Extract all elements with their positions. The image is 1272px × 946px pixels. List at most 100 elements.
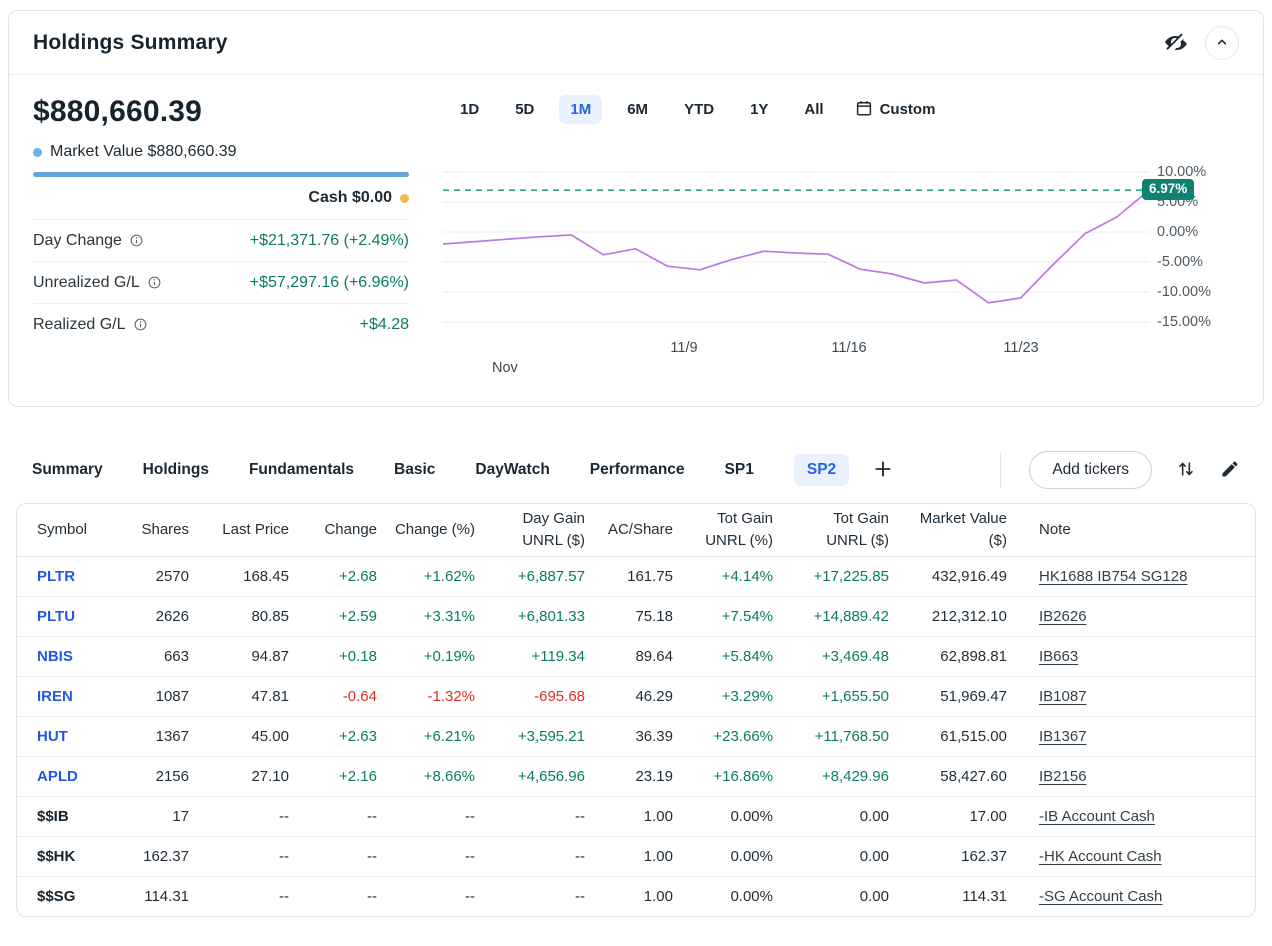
table-header-cell[interactable]: Day Gain UNRL ($): [487, 504, 597, 557]
note-link[interactable]: IB2156: [1039, 768, 1087, 785]
cell-ac-share: 1.00: [643, 887, 673, 905]
table-header-cell[interactable]: Change (%): [389, 504, 487, 557]
hide-values-button[interactable]: [1163, 30, 1187, 57]
cell-ac-share: 23.19: [597, 756, 685, 797]
cell-tot-gain: +11,768.50: [785, 716, 901, 757]
cell-change-pct: +3.31%: [389, 596, 487, 637]
table-header-cell[interactable]: Market Value ($): [901, 504, 1019, 557]
note-link[interactable]: -SG Account Cash: [1039, 888, 1162, 905]
cell-change-pct: --: [389, 796, 487, 837]
symbol-link[interactable]: HUT: [37, 728, 68, 745]
table-header-cell[interactable]: Tot Gain UNRL (%): [685, 504, 785, 557]
add-view-button[interactable]: [873, 459, 893, 482]
cell-day-gain: +4,656.96: [487, 756, 597, 797]
cell-tot-gain-pct: +16.86%: [685, 756, 785, 797]
table-header-cell[interactable]: Change: [301, 504, 389, 557]
table-row[interactable]: IREN 1087 47.81 -0.64 -1.32% -695.68 46.…: [17, 676, 1255, 717]
cell-symbol: $$IB: [17, 796, 129, 837]
cell-note: IB2156: [1019, 756, 1255, 797]
table-header-cell[interactable]: Note: [1019, 504, 1255, 557]
cell-last-price: --: [201, 836, 301, 877]
cell-note: -IB Account Cash: [1019, 796, 1255, 837]
info-icon[interactable]: [133, 317, 148, 332]
range-all[interactable]: All: [793, 95, 834, 124]
tab-performance[interactable]: Performance: [590, 454, 685, 486]
table-header-cell[interactable]: Tot Gain UNRL ($): [785, 504, 901, 557]
cell-symbol: PLTR: [17, 556, 129, 597]
symbol-link[interactable]: APLD: [37, 768, 78, 785]
cell-tot-gain: +17,225.85: [785, 556, 901, 597]
metric-label: Unrealized G/L: [33, 274, 162, 292]
info-icon[interactable]: [129, 233, 144, 248]
cell-tot-gain-pct: 0.00%: [685, 796, 785, 837]
tab-sp1[interactable]: SP1: [725, 454, 754, 486]
cell-change-pct: +0.19%: [389, 636, 487, 677]
range-1m[interactable]: 1M: [559, 95, 603, 124]
symbol-link[interactable]: PLTR: [37, 568, 75, 585]
table-row[interactable]: NBIS 663 94.87 +0.18 +0.19% +119.34 89.6…: [17, 636, 1255, 677]
cell-last-price: 94.87: [201, 636, 301, 677]
table-row[interactable]: $$HK 162.37 -- -- -- -- 1.00 0.00% 0.00 …: [17, 836, 1255, 877]
symbol-link[interactable]: PLTU: [37, 608, 75, 625]
table-header-cell[interactable]: Symbol: [17, 504, 129, 557]
note-link[interactable]: HK1688 IB754 SG128: [1039, 568, 1187, 585]
note-link[interactable]: -IB Account Cash: [1039, 808, 1155, 825]
symbol-link[interactable]: NBIS: [37, 648, 73, 665]
note-link[interactable]: IB1367: [1039, 728, 1087, 745]
cell-last-price: 80.85: [201, 596, 301, 637]
cash-value: Cash $0.00: [308, 189, 392, 206]
table-row[interactable]: HUT 1367 45.00 +2.63 +6.21% +3,595.21 36…: [17, 716, 1255, 757]
symbol-link[interactable]: IREN: [37, 688, 73, 705]
summary-panel: $880,660.39 Market Value $880,660.39 Cas…: [33, 95, 409, 382]
tab-basic[interactable]: Basic: [394, 454, 435, 486]
range-1y[interactable]: 1Y: [739, 95, 779, 124]
tab-sp2[interactable]: SP2: [793, 454, 850, 486]
table-header-cell[interactable]: Shares: [129, 504, 201, 557]
tab-fundamentals[interactable]: Fundamentals: [249, 454, 354, 486]
sort-button[interactable]: [1176, 459, 1196, 482]
note-link[interactable]: IB1087: [1039, 688, 1087, 705]
table-row[interactable]: $$SG 114.31 -- -- -- -- 1.00 0.00% 0.00 …: [17, 876, 1255, 916]
range-1d[interactable]: 1D: [449, 95, 490, 124]
note-link[interactable]: -HK Account Cash: [1039, 848, 1162, 865]
sort-arrows-icon: [1176, 459, 1196, 482]
cell-ac-share: 1.00: [597, 796, 685, 837]
tab-holdings[interactable]: Holdings: [143, 454, 209, 486]
cell-ac-share: 1.00: [597, 836, 685, 877]
total-value: $880,660.39: [33, 95, 203, 128]
cell-change: +2.68: [301, 556, 389, 597]
note-link[interactable]: IB663: [1039, 648, 1078, 665]
collapse-button[interactable]: [1205, 26, 1239, 60]
cell-change: --: [301, 796, 389, 837]
cell-market-value: 62,898.81: [901, 636, 1019, 677]
tab-daywatch[interactable]: DayWatch: [475, 454, 549, 486]
cell-symbol: IREN: [17, 676, 129, 717]
range-6m[interactable]: 6M: [616, 95, 659, 124]
cell-day-gain: --: [575, 887, 585, 905]
cell-change-pct: +8.66%: [389, 756, 487, 797]
y-tick-label: 10.00%: [1157, 164, 1207, 180]
info-icon[interactable]: [147, 275, 162, 290]
range-ytd[interactable]: YTD: [673, 95, 725, 124]
table-header-cell[interactable]: AC/Share: [597, 504, 685, 557]
custom-range-button[interactable]: Custom: [855, 99, 935, 121]
table-header-cell[interactable]: Last Price: [201, 504, 301, 557]
chart: 10.00% 5.00% 0.00% -5.00% -10.00% -15.00…: [442, 164, 1239, 382]
cell-ac-share: 89.64: [597, 636, 685, 677]
tab-summary[interactable]: Summary: [32, 454, 103, 486]
symbol-link: $$HK: [37, 847, 76, 865]
table-row[interactable]: $$IB 17 -- -- -- -- 1.00 0.00% 0.00 17.0…: [17, 796, 1255, 837]
cell-change-pct: --: [465, 887, 475, 905]
edit-button[interactable]: [1220, 459, 1240, 482]
cell-day-gain: -695.68: [487, 676, 597, 717]
note-link[interactable]: IB2626: [1039, 608, 1087, 625]
market-value-legend-text: Market Value $880,660.39: [50, 143, 237, 160]
table-row[interactable]: PLTU 2626 80.85 +2.59 +3.31% +6,801.33 7…: [17, 596, 1255, 637]
cell-day-gain: +3,595.21: [487, 716, 597, 757]
cell-last-price: 168.45: [201, 556, 301, 597]
table-row[interactable]: APLD 2156 27.10 +2.16 +8.66% +4,656.96 2…: [17, 756, 1255, 797]
add-tickers-button[interactable]: Add tickers: [1029, 451, 1152, 489]
table-row[interactable]: PLTR 2570 168.45 +2.68 +1.62% +6,887.57 …: [17, 556, 1255, 597]
cell-symbol: APLD: [17, 756, 129, 797]
range-5d[interactable]: 5D: [504, 95, 545, 124]
